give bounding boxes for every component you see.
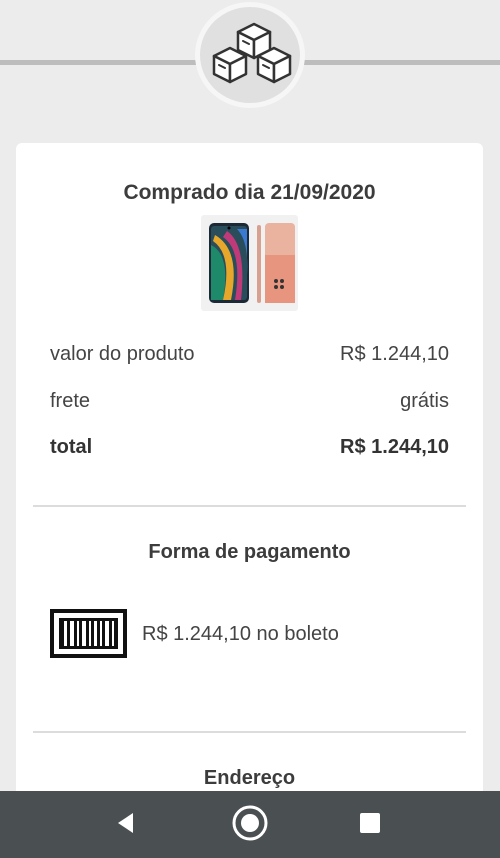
order-card: Comprado dia 21/09/2020 valor do produto… [16, 143, 483, 843]
home-button[interactable] [230, 805, 270, 843]
product-value-label: valor do produto [50, 343, 195, 365]
total-row: total R$ 1.244,10 [50, 436, 449, 459]
shipping-label: frete [50, 390, 91, 412]
android-navigation-bar [0, 791, 500, 858]
shipping-value: grátis [400, 390, 449, 412]
back-button[interactable] [106, 807, 146, 843]
total-label: total [50, 436, 93, 458]
payment-method-title: Forma de pagamento [148, 541, 351, 563]
section-divider [33, 505, 466, 507]
product-image[interactable] [201, 215, 298, 311]
product-value-row: valor do produto R$ 1.244,10 [50, 343, 449, 366]
section-divider [33, 731, 466, 733]
payment-description: R$ 1.244,10 no boleto [142, 623, 339, 645]
recents-square-icon [359, 812, 381, 839]
address-title: Endereço [203, 767, 296, 789]
product-value-amount: R$ 1.244,10 [340, 343, 449, 365]
recents-button[interactable] [350, 807, 390, 843]
purchase-date-title: Comprado dia 21/09/2020 [123, 181, 376, 204]
boxes-icon [202, 18, 298, 93]
back-triangle-icon [115, 811, 137, 840]
shipping-row: frete grátis [50, 390, 449, 413]
home-circle-icon [230, 803, 270, 848]
logo-badge [195, 2, 305, 108]
total-value: R$ 1.244,10 [340, 436, 449, 458]
barcode-icon [50, 609, 127, 658]
